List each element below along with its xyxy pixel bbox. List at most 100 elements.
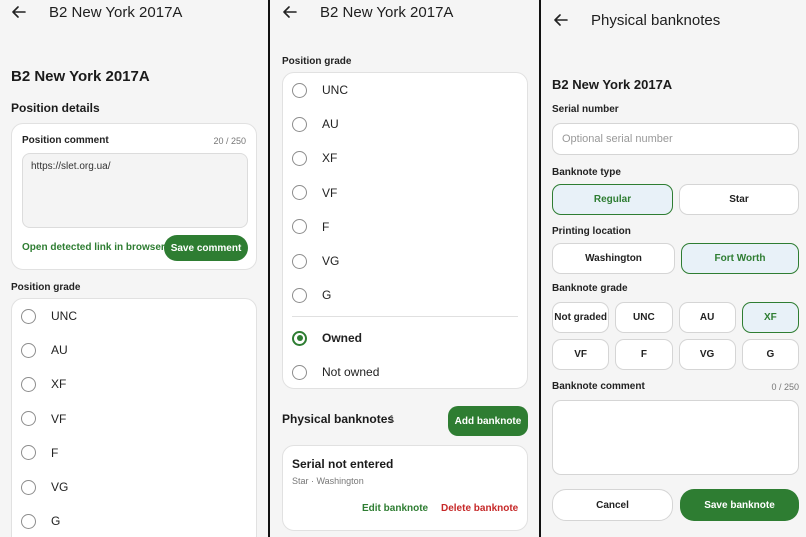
comment-label: Position comment [22,135,109,146]
grade-chip-vf[interactable]: VF [552,339,610,370]
ownership-option-label: Owned [322,331,363,345]
grade-option-label: UNC [322,83,348,97]
grade-option-f[interactable]: F [12,442,256,464]
grade-option-label: VF [322,185,338,200]
radio-button[interactable] [292,185,307,201]
grade-chip-unc[interactable]: UNC [615,302,673,333]
serial-number-input[interactable]: Optional serial number [552,123,799,155]
grade-chip-f[interactable]: F [615,339,673,370]
grade-option-au[interactable]: AU [12,339,256,361]
position-grade-card: UNC AU XF VF F VG G Owned Not owned [282,72,528,389]
radio-button[interactable] [292,150,307,166]
grade-option-vg[interactable]: VG [12,476,256,498]
radio-button[interactable] [21,513,36,529]
banknote-grade-label: Banknote grade [552,283,628,294]
physical-banknotes-count: 1 [389,414,395,425]
grade-option-label: AU [51,343,68,358]
save-banknote-button[interactable]: Save banknote [680,489,799,521]
screens: B2 New York 2017A B2 New York 2017A Posi… [0,0,806,537]
position-grade-card: UNC AU XF VF F VG G [11,298,257,537]
grade-option-label: XF [51,377,67,392]
page-title: B2 New York 2017A [552,77,673,92]
radio-button[interactable] [21,342,36,358]
grade-option-vf[interactable]: VF [12,408,256,430]
location-fort-worth-button[interactable]: Fort Worth [681,243,799,274]
grade-chip-not-graded[interactable]: Not graded [552,302,610,333]
section-title: Position details [11,101,100,115]
radio-button[interactable] [292,287,307,303]
banknote-subtitle: Star · Washington [292,476,364,486]
arrow-left-icon [554,14,568,26]
radio-button[interactable] [292,330,307,346]
grade-chip-g[interactable]: G [741,339,799,370]
grade-option-unc[interactable]: UNC [283,79,527,101]
arrow-left-icon [283,6,297,18]
serial-number-label: Serial number [552,104,619,115]
banknote-comment-field[interactable] [552,400,799,475]
banknote-comment-label: Banknote comment [552,381,645,392]
location-washington-button[interactable]: Washington [552,243,675,274]
radio-button[interactable] [21,445,36,461]
physical-banknotes-title: Physical banknotes [282,412,395,426]
position-comment-card: Position comment 20 / 250 https://slet.o… [11,123,257,270]
grade-option-vf[interactable]: VF [283,182,527,204]
open-link-button[interactable]: Open detected link in browser [22,242,165,253]
cancel-button[interactable]: Cancel [552,489,673,521]
radio-button[interactable] [21,308,36,324]
grade-option-g[interactable]: G [283,284,527,306]
back-button[interactable] [10,3,28,21]
grade-option-label: VF [51,411,67,426]
grade-option-au[interactable]: AU [283,113,527,135]
grade-option-xf[interactable]: XF [12,373,256,395]
top-app-bar: B2 New York 2017A [0,0,268,24]
type-star-button[interactable]: Star [679,184,799,215]
radio-button[interactable] [292,82,307,98]
grade-option-label: F [51,445,59,460]
grade-option-g[interactable]: G [12,510,256,532]
banknote-card[interactable]: Serial not entered Star · Washington Edi… [282,445,528,531]
grade-chip-vg[interactable]: VG [678,339,736,370]
grade-option-label: F [322,219,330,234]
banknote-type-label: Banknote type [552,167,621,178]
grade-option-unc[interactable]: UNC [12,305,256,327]
position-details-screen: B2 New York 2017A B2 New York 2017A Posi… [0,0,268,537]
ownership-option-owned[interactable]: Owned [283,327,527,349]
radio-button[interactable] [292,253,307,269]
printing-location-label: Printing location [552,226,631,237]
grade-option-label: VG [322,254,340,268]
radio-button[interactable] [21,411,36,427]
back-button[interactable] [281,3,299,21]
position-comment-field[interactable]: https://slet.org.ua/ [22,153,248,228]
top-app-bar: B2 New York 2017A [270,0,539,24]
save-comment-button[interactable]: Save comment [164,235,248,261]
grade-option-label: VG [51,480,69,494]
banknote-comment-counter: 0 / 250 [771,382,799,392]
grade-option-f[interactable]: F [283,216,527,238]
grade-option-label: AU [322,117,339,132]
grade-option-label: UNC [51,309,77,323]
grade-option-vg[interactable]: VG [283,250,527,272]
arrow-left-icon [12,6,26,18]
edit-banknote-button[interactable]: Edit banknote [362,503,428,514]
type-regular-button[interactable]: Regular [552,184,673,215]
grade-chip-au[interactable]: AU [678,302,736,333]
add-banknote-button[interactable]: Add banknote [448,406,528,436]
topbar-title: B2 New York 2017A [320,4,454,21]
divider [292,316,518,317]
grade-option-xf[interactable]: XF [283,147,527,169]
radio-button[interactable] [292,116,307,132]
delete-banknote-button[interactable]: Delete banknote [441,503,518,514]
position-grade-label: Position grade [282,56,352,67]
page-title: B2 New York 2017A [11,68,150,85]
grade-option-label: XF [322,151,338,166]
radio-button[interactable] [292,219,307,235]
grade-option-label: G [322,288,332,303]
radio-button[interactable] [21,479,36,495]
radio-button[interactable] [21,376,36,392]
ownership-option-not-owned[interactable]: Not owned [283,361,527,383]
comment-counter: 20 / 250 [213,136,246,146]
position-grade-label: Position grade [11,282,81,293]
grade-chip-xf[interactable]: XF [741,302,799,333]
radio-button[interactable] [292,364,307,380]
back-button[interactable] [552,11,570,29]
